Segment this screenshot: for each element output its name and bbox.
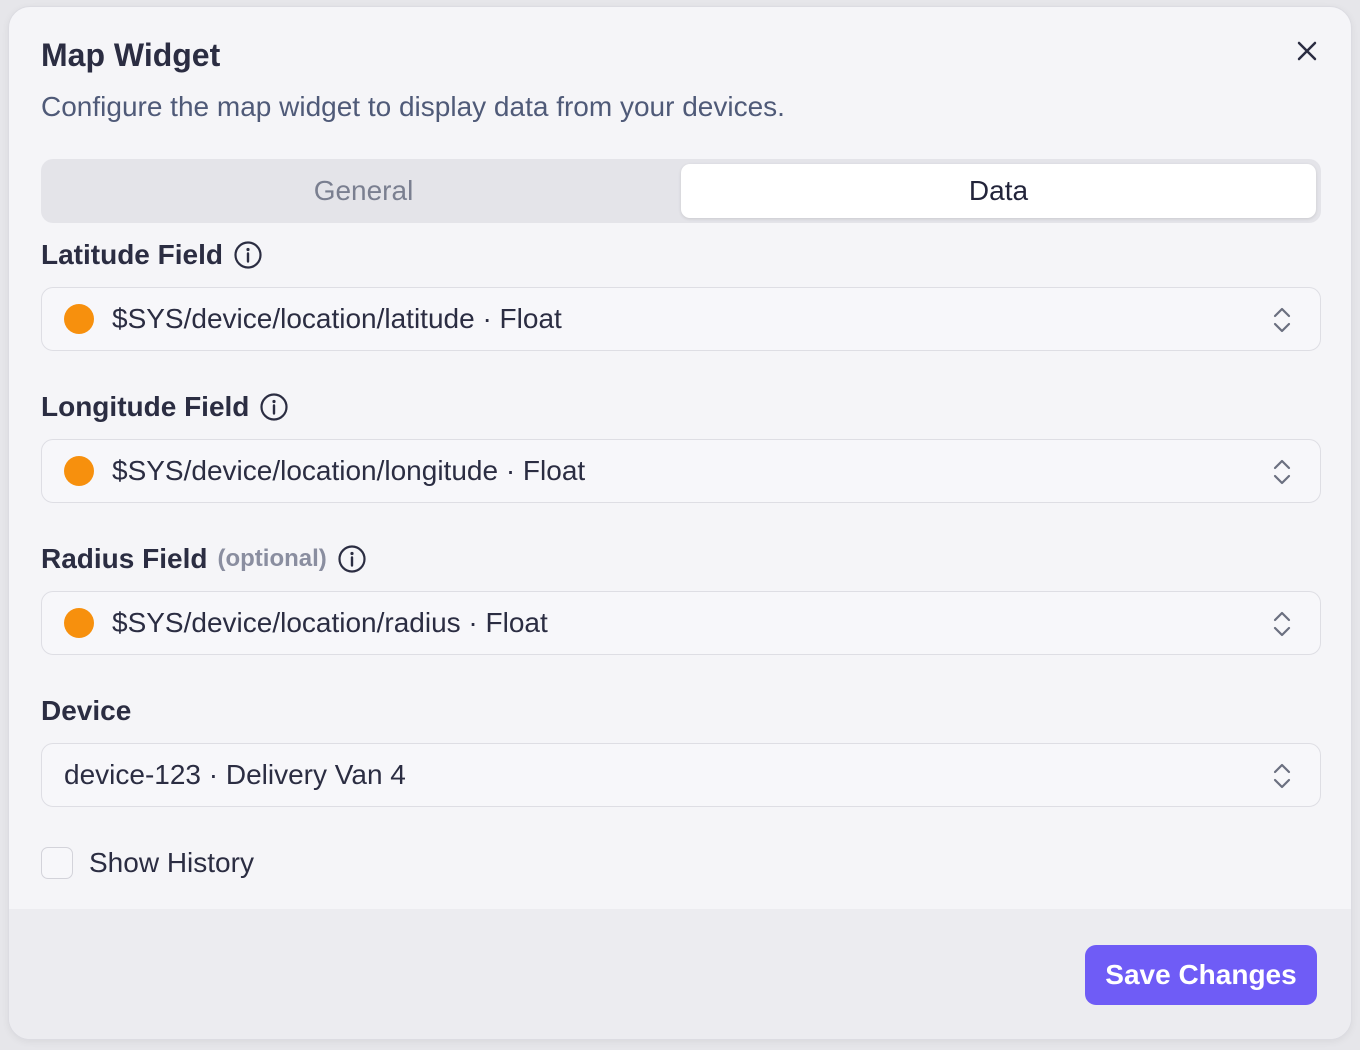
float-type-dot bbox=[64, 304, 94, 334]
latitude-label-text: Latitude Field bbox=[41, 239, 223, 270]
longitude-label-text: Longitude Field bbox=[41, 391, 250, 422]
latitude-select-value: $SYS/device/location/latitude · Float bbox=[112, 303, 562, 334]
close-icon bbox=[1297, 41, 1317, 61]
dialog-footer: Save Changes bbox=[9, 909, 1351, 1039]
radius-select-value: $SYS/device/location/radius · Float bbox=[112, 607, 548, 638]
chevron-up-down-icon bbox=[1273, 307, 1291, 333]
float-type-dot bbox=[64, 456, 94, 486]
latitude-select[interactable]: $SYS/device/location/latitude · Float bbox=[41, 287, 1321, 351]
close-button[interactable] bbox=[1291, 35, 1323, 67]
save-changes-button[interactable]: Save Changes bbox=[1085, 945, 1317, 1005]
longitude-select-value: $SYS/device/location/longitude · Float bbox=[112, 455, 586, 486]
chevron-up-down-icon bbox=[1273, 611, 1291, 637]
tab-general[interactable]: General bbox=[46, 164, 681, 218]
tab-data[interactable]: Data bbox=[681, 164, 1316, 218]
device-field-label: Device bbox=[41, 693, 131, 729]
show-history-checkbox[interactable] bbox=[41, 847, 73, 879]
longitude-field-label: Longitude Field bbox=[41, 389, 289, 425]
tab-list: General Data bbox=[41, 159, 1321, 223]
radius-label-text: Radius Field bbox=[41, 543, 208, 574]
info-icon[interactable] bbox=[337, 544, 367, 574]
optional-tag: (optional) bbox=[217, 545, 327, 572]
float-type-dot bbox=[64, 608, 94, 638]
device-select-value: device-123 · Delivery Van 4 bbox=[64, 759, 406, 790]
dialog-title: Map Widget bbox=[41, 37, 221, 73]
dialog-subtitle: Configure the map widget to display data… bbox=[41, 91, 785, 122]
info-icon[interactable] bbox=[233, 240, 263, 270]
show-history-row: Show History bbox=[41, 845, 254, 881]
device-select[interactable]: device-123 · Delivery Van 4 bbox=[41, 743, 1321, 807]
device-label-text: Device bbox=[41, 695, 132, 726]
longitude-select[interactable]: $SYS/device/location/longitude · Float bbox=[41, 439, 1321, 503]
radius-select[interactable]: $SYS/device/location/radius · Float bbox=[41, 591, 1321, 655]
radius-field-label: Radius Field (optional) bbox=[41, 541, 367, 577]
map-widget-dialog: Map Widget Configure the map widget to d… bbox=[8, 6, 1352, 1040]
info-icon[interactable] bbox=[259, 392, 289, 422]
show-history-label[interactable]: Show History bbox=[89, 847, 254, 879]
chevron-up-down-icon bbox=[1273, 459, 1291, 485]
chevron-up-down-icon bbox=[1273, 763, 1291, 789]
latitude-field-label: Latitude Field bbox=[41, 237, 263, 273]
